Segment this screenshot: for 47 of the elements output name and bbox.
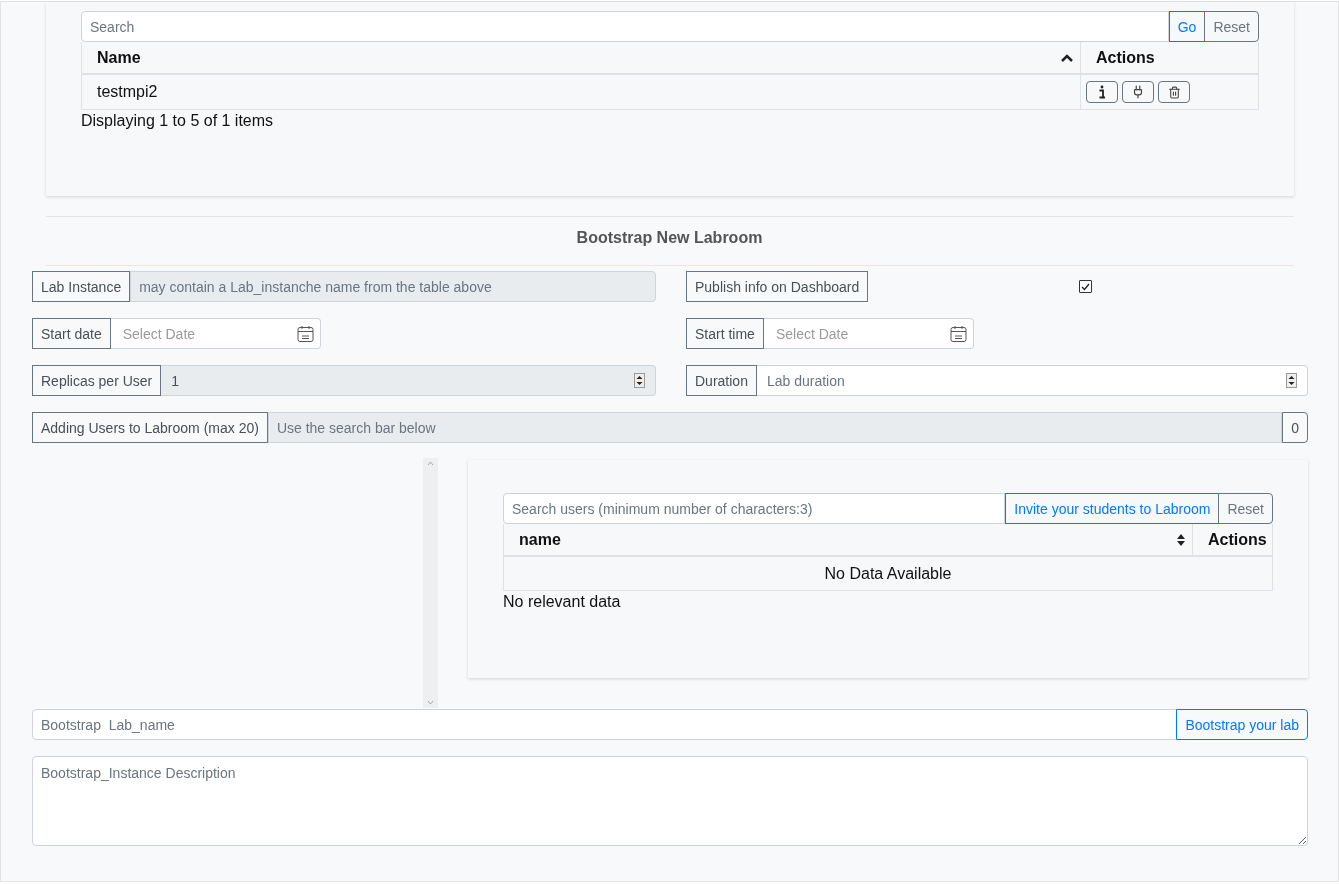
trash-icon [1167, 85, 1181, 99]
date-field[interactable]: Select Date [110, 318, 321, 349]
field-label: Start date [32, 318, 111, 349]
search-field[interactable]: Search users (minimum number of characters:3) [503, 493, 1006, 524]
lab-name-field[interactable]: Bootstrap Lab_name [32, 709, 1178, 740]
trash-button[interactable] [1158, 81, 1190, 103]
field-label: Lab Instance [32, 271, 131, 302]
field-label: Duration [686, 365, 757, 396]
number-input[interactable]: Lab duration [764, 371, 1286, 390]
column-label: Actions [1096, 48, 1155, 67]
spinner-arrows-icon [1286, 373, 1297, 388]
date-input[interactable]: Select Date [120, 324, 297, 343]
calendar-icon [296, 324, 314, 343]
user-count: 0 [1282, 412, 1308, 443]
column-header[interactable]: Name [82, 42, 1081, 75]
calendar-icon [949, 324, 967, 343]
sort-ascending-icon [1060, 52, 1074, 63]
info-icon [1098, 85, 1106, 99]
empty-message: No Data Available [823, 563, 953, 584]
table-cell: testmpi2 [82, 75, 1081, 109]
bootstrap-button[interactable]: Bootstrap your lab [1176, 709, 1308, 740]
plug-icon [1131, 85, 1145, 99]
field-label: Replicas per User [32, 365, 162, 396]
info-button[interactable] [1086, 81, 1118, 103]
description-field[interactable]: Bootstrap_Instance Description [32, 756, 1308, 846]
column-label: Name [97, 48, 141, 67]
invite-button[interactable]: Invite your students to Labroom [1005, 493, 1220, 524]
field-label: Adding Users to Labroom (max 20) [32, 412, 268, 443]
reset-button[interactable]: Reset [1218, 493, 1273, 524]
status-text: No relevant data [503, 593, 622, 611]
plug-button[interactable] [1122, 81, 1154, 103]
spinner-arrows-icon [634, 373, 645, 388]
column-label: Actions [1208, 530, 1267, 549]
column-header[interactable]: name [504, 524, 1193, 557]
sort-icon [1176, 532, 1186, 547]
number-field[interactable]: Lab duration [756, 365, 1308, 396]
section-title: Bootstrap New Labroom [575, 228, 764, 248]
field-label: Publish info on Dashboard [686, 271, 869, 302]
time-input[interactable]: Select Date [773, 324, 950, 343]
field-label: Start time [686, 318, 764, 349]
reset-button[interactable]: Reset [1204, 11, 1259, 42]
time-field[interactable]: Select Date [763, 318, 974, 349]
go-button[interactable]: Go [1168, 11, 1206, 42]
search-field[interactable]: Search [81, 11, 1169, 42]
column-label: name [519, 530, 561, 549]
checkbox[interactable] [1079, 280, 1093, 293]
pagination-text: Displaying 1 to 5 of 1 items [81, 112, 275, 130]
